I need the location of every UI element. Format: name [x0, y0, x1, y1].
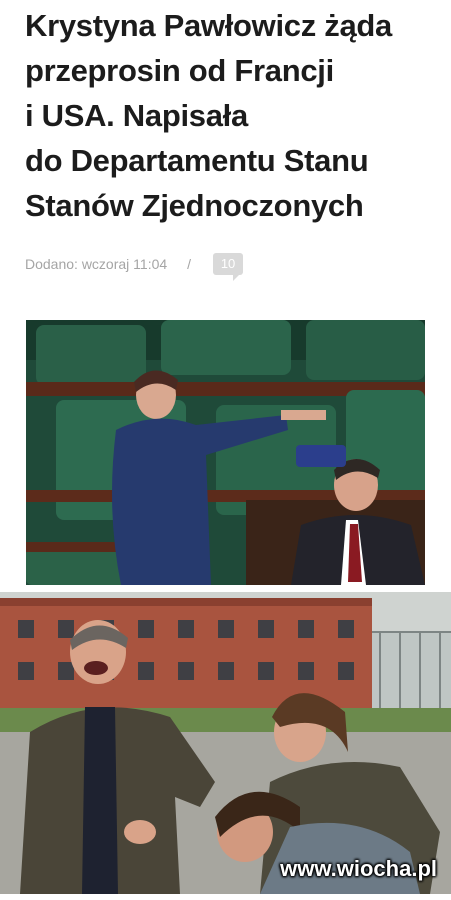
article-headline: Krystyna Pawłowicz żąda przeprosin od Fr… — [25, 3, 445, 228]
parliament-scene-icon — [26, 320, 425, 585]
article-meta: Dodano: wczoraj 11:04 / 10 — [25, 253, 244, 281]
article-photo-parliament — [26, 320, 425, 585]
watermark-text: www.wiocha.pl — [280, 856, 437, 881]
article-photo-laughing-men: www.wiocha.pl — [0, 592, 451, 894]
comment-count-badge[interactable]: 10 — [213, 253, 244, 281]
meta-separator: / — [187, 256, 192, 272]
headline-line: Krystyna Pawłowicz żąda — [25, 8, 392, 43]
added-timestamp: Dodano: wczoraj 11:04 — [25, 256, 168, 272]
headline-line: Stanów Zjednoczonych — [25, 188, 364, 223]
headline-line: przeprosin od Francji — [25, 53, 334, 88]
laughing-men-scene-icon — [0, 592, 451, 894]
headline-line: do Departamentu Stanu — [25, 143, 369, 178]
headline-line: i USA. Napisała — [25, 98, 248, 133]
